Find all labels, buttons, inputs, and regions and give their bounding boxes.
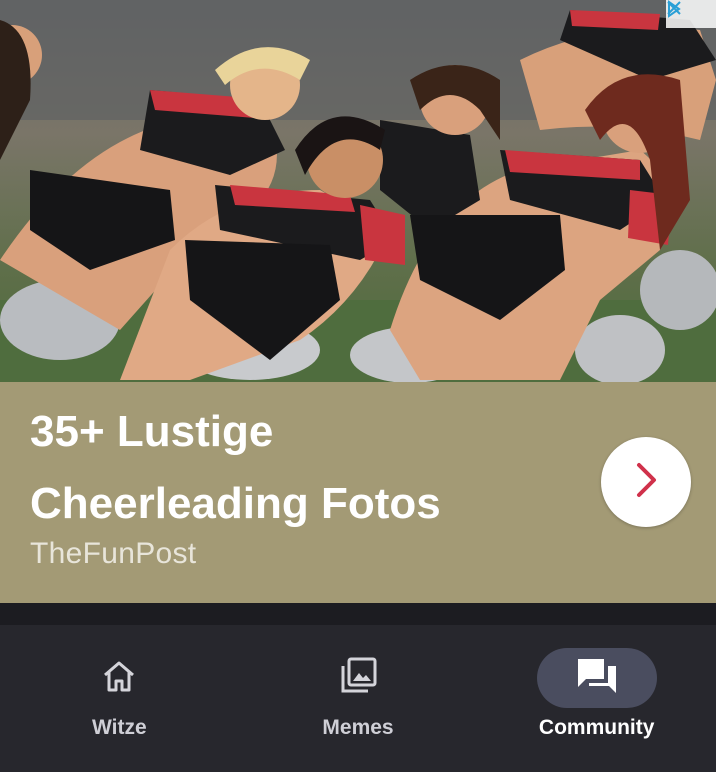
chevron-right-icon <box>631 461 661 504</box>
cheerleaders-image <box>0 0 716 382</box>
sponsored-ad[interactable]: 35+ Lustige Cheerleading Fotos TheFunPos… <box>0 0 716 603</box>
nav-pill <box>59 648 179 708</box>
nav-label: Memes <box>322 716 394 739</box>
ad-caption[interactable]: 35+ Lustige Cheerleading Fotos TheFunPos… <box>0 382 716 603</box>
image-stack-icon <box>338 656 378 701</box>
nav-item-memes[interactable]: Memes <box>239 625 478 772</box>
divider <box>0 603 716 625</box>
close-icon[interactable] <box>667 1 716 25</box>
ad-choices[interactable] <box>666 0 716 28</box>
bottom-navigation: Witze Memes Community <box>0 625 716 772</box>
nav-item-witze[interactable]: Witze <box>0 625 239 772</box>
ad-photo[interactable] <box>0 0 716 382</box>
ad-title[interactable]: 35+ Lustige Cheerleading Fotos <box>30 396 570 540</box>
nav-pill-active <box>536 648 657 708</box>
nav-item-community[interactable]: Community <box>477 625 716 772</box>
nav-label: Witze <box>92 716 147 739</box>
nav-label: Community <box>538 716 655 739</box>
home-icon <box>100 657 138 700</box>
forum-icon <box>576 656 618 701</box>
ad-source: TheFunPost <box>30 537 197 570</box>
ad-open-button[interactable] <box>601 437 691 527</box>
nav-pill <box>298 648 418 708</box>
